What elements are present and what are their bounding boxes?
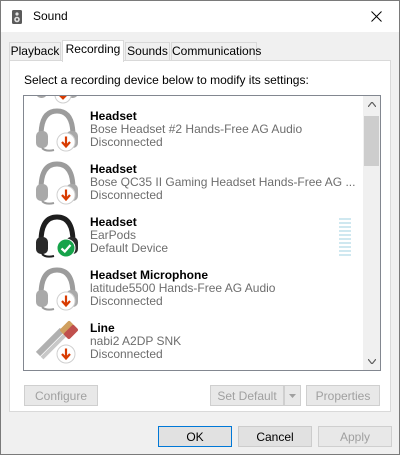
device-description: nabi2 A2DP SNK [90,334,182,348]
scroll-thumb[interactable] [364,116,379,166]
instruction-text: Select a recording device below to modif… [24,73,309,87]
level-meter [339,218,351,258]
device-status: Disconnected [90,347,163,361]
tab-sounds[interactable]: Sounds [125,42,170,61]
close-button[interactable] [353,1,399,32]
set-default-dropdown[interactable] [284,385,301,406]
list-item-device-default[interactable]: Headset EarPods Default Device [24,208,364,261]
device-list[interactable]: Headset Bose Headset #2 Hands-Free AG Au… [23,95,381,371]
device-name: Headset [90,215,137,229]
device-status: Disconnected [90,294,163,308]
sound-dialog: Sound Playback Recording Sounds Communic… [0,0,400,455]
tab-playback[interactable]: Playback [9,42,61,61]
window-title: Sound [33,9,68,23]
title-bar[interactable]: Sound [1,1,399,32]
disconnected-badge-icon [56,185,76,205]
device-name: Headset [90,162,137,176]
device-description: latitude5500 Hands-Free AG Audio [90,281,276,295]
list-item-device[interactable]: Headset Microphone latitude5500 Hands-Fr… [24,261,364,314]
chevron-down-icon [289,393,296,398]
device-name: Headset [90,109,137,123]
scroll-down-button[interactable] [363,353,380,370]
set-default-button[interactable]: Set Default [210,385,284,406]
chevron-down-icon [367,359,376,364]
tab-recording[interactable]: Recording [62,40,124,62]
disconnected-badge-icon [56,291,76,311]
list-item-device[interactable]: Line nabi2 A2DP SNK Disconnected [24,314,364,367]
speaker-icon [12,10,22,24]
device-description: Bose Headset #2 Hands-Free AG Audio [90,122,303,136]
ok-button[interactable]: OK [158,426,232,447]
cancel-button[interactable]: Cancel [238,426,312,447]
properties-button[interactable]: Properties [306,385,380,406]
disconnected-badge-icon [56,132,76,152]
scroll-up-button[interactable] [363,96,380,113]
device-status: Disconnected [90,188,163,202]
close-icon [370,11,382,22]
list-item-device[interactable]: Headset Bose QC35 II Gaming Headset Hand… [24,155,364,208]
device-name: Line [90,321,115,335]
list-item-device[interactable]: Headset Bose Headset #2 Hands-Free AG Au… [24,102,364,155]
device-description: EarPods [90,228,137,242]
device-list-viewport: Headset Bose Headset #2 Hands-Free AG Au… [24,96,364,370]
configure-button[interactable]: Configure [24,385,98,406]
apply-button[interactable]: Apply [318,426,392,447]
device-status: Disconnected [90,135,163,149]
tab-communications[interactable]: Communications [171,42,261,61]
chevron-up-icon [367,102,376,107]
disconnected-badge-icon [56,344,76,364]
vertical-scrollbar[interactable] [363,96,380,370]
device-status: Default Device [90,241,169,255]
recording-panel: Select a recording device below to modif… [9,60,391,412]
device-name: Headset Microphone [90,268,209,282]
default-check-icon [56,238,76,258]
device-description: Bose QC35 II Gaming Headset Hands-Free A… [90,175,356,189]
